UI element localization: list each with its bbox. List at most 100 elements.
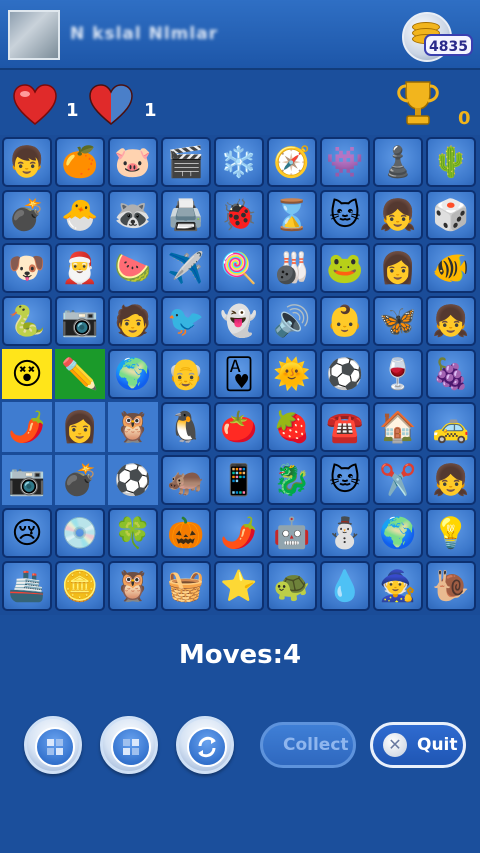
tile-blond-girl[interactable]: 👧 <box>373 190 423 240</box>
tile-robot[interactable]: 🤖 <box>267 508 317 558</box>
tile-cactus[interactable]: 🌵 <box>426 137 476 187</box>
swap-button[interactable] <box>100 716 158 774</box>
tile-pencil[interactable]: ✏️ <box>55 349 105 399</box>
tile-ladybug[interactable]: 🐞 <box>214 190 264 240</box>
tile-blue-bird[interactable]: 🐦 <box>161 296 211 346</box>
tile-baby[interactable]: 👶 <box>320 296 370 346</box>
tile-water-drop[interactable]: 💧 <box>320 561 370 611</box>
tile-witch-girl[interactable]: 🧙 <box>373 561 423 611</box>
tile-printer[interactable]: 🖨️ <box>161 190 211 240</box>
tile-chick[interactable]: 🐣 <box>55 190 105 240</box>
puppy-icon: 🐶 <box>8 251 46 286</box>
tile-speaker[interactable]: 🔊 <box>267 296 317 346</box>
tile-tomato[interactable]: 🍅 <box>214 402 264 452</box>
tile-ghost[interactable]: 👻 <box>214 296 264 346</box>
tile-globe[interactable]: 🌍 <box>108 349 158 399</box>
tile-refresh-disc[interactable]: 💿 <box>55 508 105 558</box>
quit-button[interactable]: ✕ Quit <box>370 722 466 768</box>
tile-clover[interactable]: 🍀 <box>108 508 158 558</box>
tile-gold-coin[interactable]: 🪙 <box>55 561 105 611</box>
tile-starfish[interactable]: ⭐ <box>214 561 264 611</box>
grid-icon <box>111 727 151 767</box>
tile-blue-face[interactable]: 😵 <box>2 349 52 399</box>
shuffle-button[interactable] <box>176 716 234 774</box>
tile-penguin[interactable]: 🐧 <box>161 402 211 452</box>
tile-raccoon[interactable]: 🦝 <box>108 190 158 240</box>
tile-owl[interactable]: 🦉 <box>108 561 158 611</box>
tile-purple-alien[interactable]: 👾 <box>320 137 370 187</box>
tile-watermelon[interactable]: 🍉 <box>108 243 158 293</box>
tile-blond-boy[interactable]: 👦 <box>2 137 52 187</box>
tile-strawberry[interactable]: 🍓 <box>267 402 317 452</box>
tile-cruise-ship[interactable]: 🚢 <box>2 561 52 611</box>
tile-gray-cat[interactable]: 🐱 <box>320 190 370 240</box>
half-heart-icon <box>89 84 133 125</box>
tile-lollipop[interactable]: 🍭 <box>214 243 264 293</box>
tile-orange-fruit[interactable]: 🍊 <box>55 137 105 187</box>
tile-girl-doll[interactable]: 👧 <box>426 455 476 505</box>
tile-pumpkin[interactable]: 🎃 <box>161 508 211 558</box>
tile-snail[interactable]: 🐌 <box>426 561 476 611</box>
tile-wine-glass[interactable]: 🍷 <box>373 349 423 399</box>
butterfly-icon: 🦋 <box>379 304 417 339</box>
sun-icon: 🌞 <box>273 357 311 392</box>
scissors-icon: ✂️ <box>379 463 417 498</box>
tile-snake[interactable]: 🐍 <box>2 296 52 346</box>
tile-scissors[interactable]: ✂️ <box>373 455 423 505</box>
tile-brown-hair-girl[interactable]: 👧 <box>426 296 476 346</box>
tile-sun[interactable]: 🌞 <box>267 349 317 399</box>
bomb-icon: 💣 <box>61 463 99 498</box>
chili-pepper-icon: 🌶️ <box>8 410 46 445</box>
tile-goldfish[interactable]: 🐠 <box>426 243 476 293</box>
tile-blue-dragon[interactable]: 🐉 <box>267 455 317 505</box>
tile-dice[interactable]: 🎲 <box>426 190 476 240</box>
tile-grapes[interactable]: 🍇 <box>426 349 476 399</box>
tile-chili-pepper[interactable]: 🌶️ <box>214 508 264 558</box>
tile-camera[interactable]: 📷 <box>55 296 105 346</box>
tile-bomb[interactable]: 💣 <box>2 190 52 240</box>
tile-crying-face[interactable]: 😢 <box>2 508 52 558</box>
tile-turtle[interactable]: 🐢 <box>267 561 317 611</box>
tile-green-frog[interactable]: 🐸 <box>320 243 370 293</box>
chess-pawn-icon: ♟️ <box>379 145 417 180</box>
collect-button[interactable]: Collect <box>260 722 356 768</box>
tile-puppy[interactable]: 🐶 <box>2 243 52 293</box>
tile-hourglass[interactable]: ⌛ <box>267 190 317 240</box>
tile-dark-hair-boy[interactable]: 🧑 <box>108 296 158 346</box>
player-avatar[interactable] <box>8 10 60 60</box>
tile-hippo[interactable]: 🦛 <box>161 455 211 505</box>
tile-blue-hair-girl[interactable]: 👩 <box>55 402 105 452</box>
tile-blue-hair-girl[interactable]: 👩 <box>373 243 423 293</box>
tile-gray-hair-boy[interactable]: 👴 <box>161 349 211 399</box>
tile-house[interactable]: 🏠 <box>373 402 423 452</box>
tile-soccer-ball[interactable]: ⚽ <box>108 455 158 505</box>
tile-pink-pig[interactable]: 🐷 <box>108 137 158 187</box>
tile-snowflake[interactable]: ❄️ <box>214 137 264 187</box>
tile-owl[interactable]: 🦉 <box>108 402 158 452</box>
tile-butterfly[interactable]: 🦋 <box>373 296 423 346</box>
hippo-icon: 🦛 <box>167 463 205 498</box>
tile-gray-cat[interactable]: 🐱 <box>320 455 370 505</box>
tile-lightbulb[interactable]: 💡 <box>426 508 476 558</box>
tile-iron[interactable]: 🧺 <box>161 561 211 611</box>
tile-crashed-plane[interactable]: ✈️ <box>161 243 211 293</box>
tile-phone-chart[interactable]: 📱 <box>214 455 264 505</box>
tile-chess-pawn[interactable]: ♟️ <box>373 137 423 187</box>
tile-telephone[interactable]: ☎️ <box>320 402 370 452</box>
tile-camera[interactable]: 📷 <box>2 455 52 505</box>
tile-soccer-ball[interactable]: ⚽ <box>320 349 370 399</box>
tile-compass[interactable]: 🧭 <box>267 137 317 187</box>
tile-globe[interactable]: 🌍 <box>373 508 423 558</box>
chili-pepper-icon: 🌶️ <box>220 516 258 551</box>
tile-chili-pepper[interactable]: 🌶️ <box>2 402 52 452</box>
tile-ace-of-hearts[interactable]: 🂱 <box>214 349 264 399</box>
hint-button[interactable] <box>24 716 82 774</box>
pumpkin-icon: 🎃 <box>167 516 205 551</box>
clover-icon: 🍀 <box>114 516 152 551</box>
tile-clapperboard[interactable]: 🎬 <box>161 137 211 187</box>
tile-taxi[interactable]: 🚕 <box>426 402 476 452</box>
tile-santa[interactable]: 🎅 <box>55 243 105 293</box>
tile-bowling-ball[interactable]: 🎳 <box>267 243 317 293</box>
tile-snowman[interactable]: ⛄ <box>320 508 370 558</box>
tile-bomb[interactable]: 💣 <box>55 455 105 505</box>
